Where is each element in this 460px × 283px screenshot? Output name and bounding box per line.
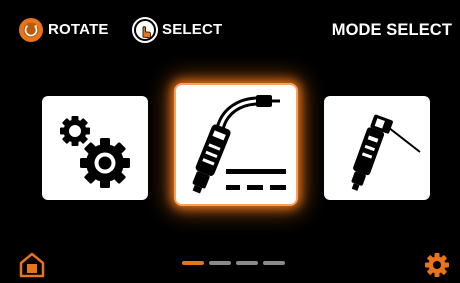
mode-card-tig[interactable] — [324, 96, 430, 200]
gears-icon — [47, 101, 143, 195]
press-knob-icon — [132, 17, 158, 43]
page-dot — [236, 261, 258, 265]
select-label: SELECT — [162, 21, 223, 38]
home-icon — [18, 252, 46, 282]
select-hint: SELECT — [132, 17, 222, 43]
rotate-label: ROTATE — [48, 21, 109, 38]
gear-icon — [424, 253, 450, 282]
mig-torch-icon — [180, 89, 292, 201]
mode-card-mig[interactable] — [176, 85, 296, 204]
settings-button[interactable] — [424, 252, 450, 278]
home-button[interactable] — [18, 252, 46, 278]
rotate-knob-icon — [18, 17, 44, 43]
tig-torch-icon — [328, 100, 426, 196]
page-indicator — [182, 261, 285, 265]
rotate-hint: ROTATE — [18, 17, 109, 43]
mode-card-settings[interactable] — [42, 96, 148, 200]
page-dot — [263, 261, 285, 265]
page-title: MODE SELECT — [331, 21, 452, 39]
header: ROTATE SELECT MODE SELECT — [0, 0, 460, 52]
page-dot — [209, 261, 231, 265]
page-dot-active — [182, 261, 204, 265]
